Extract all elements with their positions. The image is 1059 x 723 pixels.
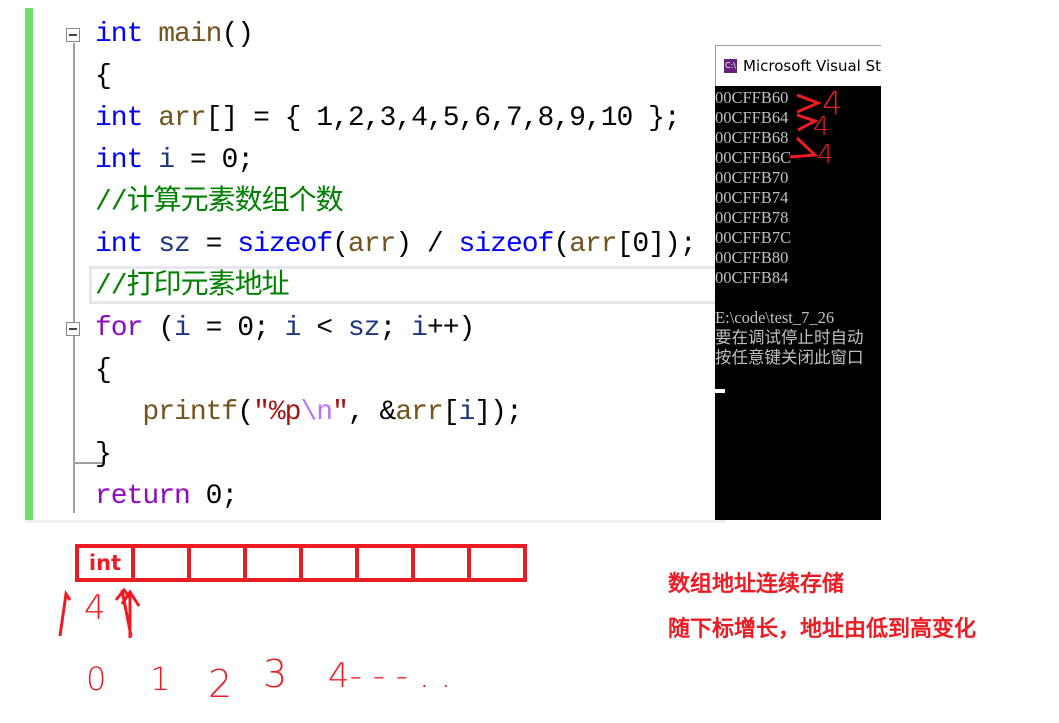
index-label: 0 <box>86 660 107 698</box>
brace-stroke <box>796 93 822 114</box>
size-annotation: 4 <box>84 588 106 628</box>
array-cell <box>411 548 467 578</box>
brace-stroke <box>789 136 819 159</box>
diff-annotation: 4 <box>817 140 834 170</box>
index-label: 1 <box>150 660 171 698</box>
array-cell <box>467 548 523 578</box>
array-cell <box>131 548 187 578</box>
array-cell <box>299 548 355 578</box>
index-label: 2 <box>208 662 233 706</box>
array-memory-diagram: int <box>75 544 527 582</box>
note-contiguous: 数组地址连续存储 <box>668 572 845 597</box>
index-label: 4- - - . . <box>328 656 452 696</box>
arrow-stroke <box>58 589 72 637</box>
array-cell: int <box>88 551 122 575</box>
index-label: 3 <box>263 652 288 696</box>
array-cell <box>187 548 243 578</box>
arrow-stroke <box>120 589 141 638</box>
array-cell <box>355 548 411 578</box>
array-cell <box>243 548 299 578</box>
note-address-order: 随下标增长，地址由低到高变化 <box>668 617 977 642</box>
diff-annotation: 4 <box>813 112 830 142</box>
